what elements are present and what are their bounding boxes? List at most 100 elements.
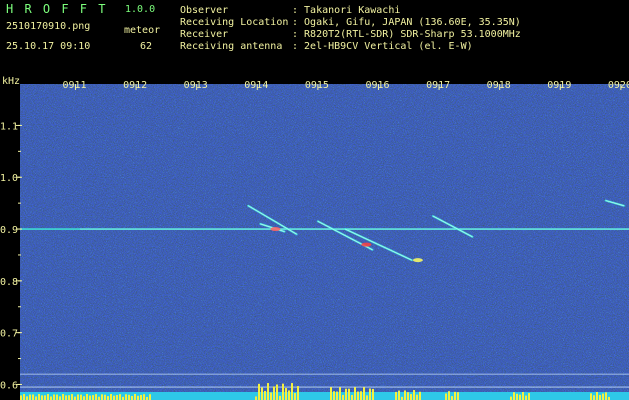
level-burst <box>86 394 88 400</box>
level-burst <box>416 394 418 400</box>
info-value-location: : Ogaki, Gifu, JAPAN (136.60E, 35.35N) <box>292 17 521 28</box>
meteor-bright-spot <box>270 227 281 232</box>
level-burst <box>369 388 371 400</box>
level-burst <box>372 388 374 400</box>
level-burst <box>413 390 415 400</box>
level-burst <box>267 383 269 400</box>
header-panel: H R O F F T 1.0.0 2510170910.png meteor … <box>0 0 629 72</box>
level-burst <box>128 394 130 400</box>
meteor-bright-spot <box>412 258 423 263</box>
level-burst <box>297 386 299 400</box>
app-version: 1.0.0 <box>125 4 156 15</box>
level-burst <box>339 387 341 400</box>
level-burst <box>282 383 284 400</box>
level-burst <box>65 395 67 400</box>
level-burst <box>363 387 365 400</box>
level-burst <box>348 388 350 400</box>
level-burst <box>398 390 400 400</box>
level-burst <box>605 392 607 400</box>
level-burst <box>261 387 263 400</box>
meteor-count: 62 <box>140 41 153 52</box>
level-burst <box>333 391 335 400</box>
level-burst <box>457 392 459 400</box>
level-burst <box>294 393 296 400</box>
level-burst <box>360 391 362 400</box>
level-burst <box>593 395 595 400</box>
level-burst <box>285 388 287 400</box>
level-burst <box>101 394 103 400</box>
level-burst <box>35 396 37 400</box>
level-burst <box>404 390 406 400</box>
level-burst <box>590 393 592 400</box>
level-burst <box>119 394 121 400</box>
level-burst <box>20 395 22 400</box>
level-burst <box>599 394 601 400</box>
level-burst <box>104 394 106 400</box>
level-burst <box>255 396 257 400</box>
y-tick-label: 0.6 <box>0 380 18 391</box>
level-burst <box>451 396 453 400</box>
app-title: H R O F F T <box>6 2 108 16</box>
level-burst <box>62 394 64 400</box>
level-burst <box>26 396 28 400</box>
info-label-location: Receiving Location <box>180 17 289 28</box>
level-burst <box>50 396 52 400</box>
level-burst <box>116 395 118 400</box>
level-burst <box>32 394 34 400</box>
level-burst <box>38 394 40 400</box>
level-burst <box>140 394 142 400</box>
level-burst <box>74 396 76 400</box>
level-burst <box>407 392 409 400</box>
level-burst <box>23 394 25 400</box>
level-burst <box>410 394 412 400</box>
level-burst <box>264 390 266 400</box>
level-burst <box>107 396 109 400</box>
level-burst <box>279 395 281 400</box>
level-burst <box>516 393 518 400</box>
level-burst <box>134 394 136 400</box>
level-burst <box>445 393 447 400</box>
level-burst <box>513 392 515 400</box>
x-tick-label: 0912 <box>123 80 147 91</box>
level-burst <box>525 395 527 400</box>
y-tick-label: 0.9 <box>0 225 18 236</box>
filename-label: 2510170910.png <box>6 21 91 32</box>
level-burst <box>131 395 133 400</box>
level-burst <box>522 392 524 400</box>
spectrogram-chart: 0911 0912 0913 0914 0915 0916 0917 0918 0919 0920… <box>0 76 629 400</box>
level-burst <box>366 395 368 400</box>
meteor-bright-spot <box>361 242 372 247</box>
level-burst <box>258 383 260 400</box>
y-tick-label: 0.8 <box>0 277 18 288</box>
level-burst <box>336 391 338 400</box>
level-burst <box>83 396 85 400</box>
level-burst <box>330 387 332 400</box>
level-burst <box>448 391 450 400</box>
level-burst <box>342 394 344 400</box>
level-burst <box>137 395 139 400</box>
level-burst <box>95 394 97 400</box>
level-burst <box>77 394 79 400</box>
meteor-label: meteor <box>124 25 161 36</box>
level-burst <box>125 394 127 400</box>
level-burst <box>44 395 46 400</box>
level-burst <box>596 392 598 400</box>
level-burst <box>288 390 290 400</box>
level-burst <box>454 391 456 400</box>
level-burst <box>56 394 58 400</box>
info-value-receiver: : R820T2(RTL-SDR) SDR-Sharp 53.1000MHz <box>292 29 521 40</box>
x-tick-label: 0913 <box>184 80 208 91</box>
x-tick-label: 0916 <box>365 80 389 91</box>
level-burst <box>395 391 397 400</box>
level-burst <box>354 387 356 400</box>
x-tick-label: 0911 <box>62 80 86 91</box>
level-burst <box>71 394 73 400</box>
spectrogram-specks <box>20 84 629 400</box>
info-value-observer: : Takanori Kawachi <box>292 5 401 16</box>
level-burst <box>53 394 55 400</box>
level-burst <box>143 394 145 400</box>
level-burst <box>510 396 512 400</box>
level-burst <box>276 384 278 400</box>
level-burst <box>357 391 359 400</box>
y-tick-label: 1.0 <box>0 173 18 184</box>
